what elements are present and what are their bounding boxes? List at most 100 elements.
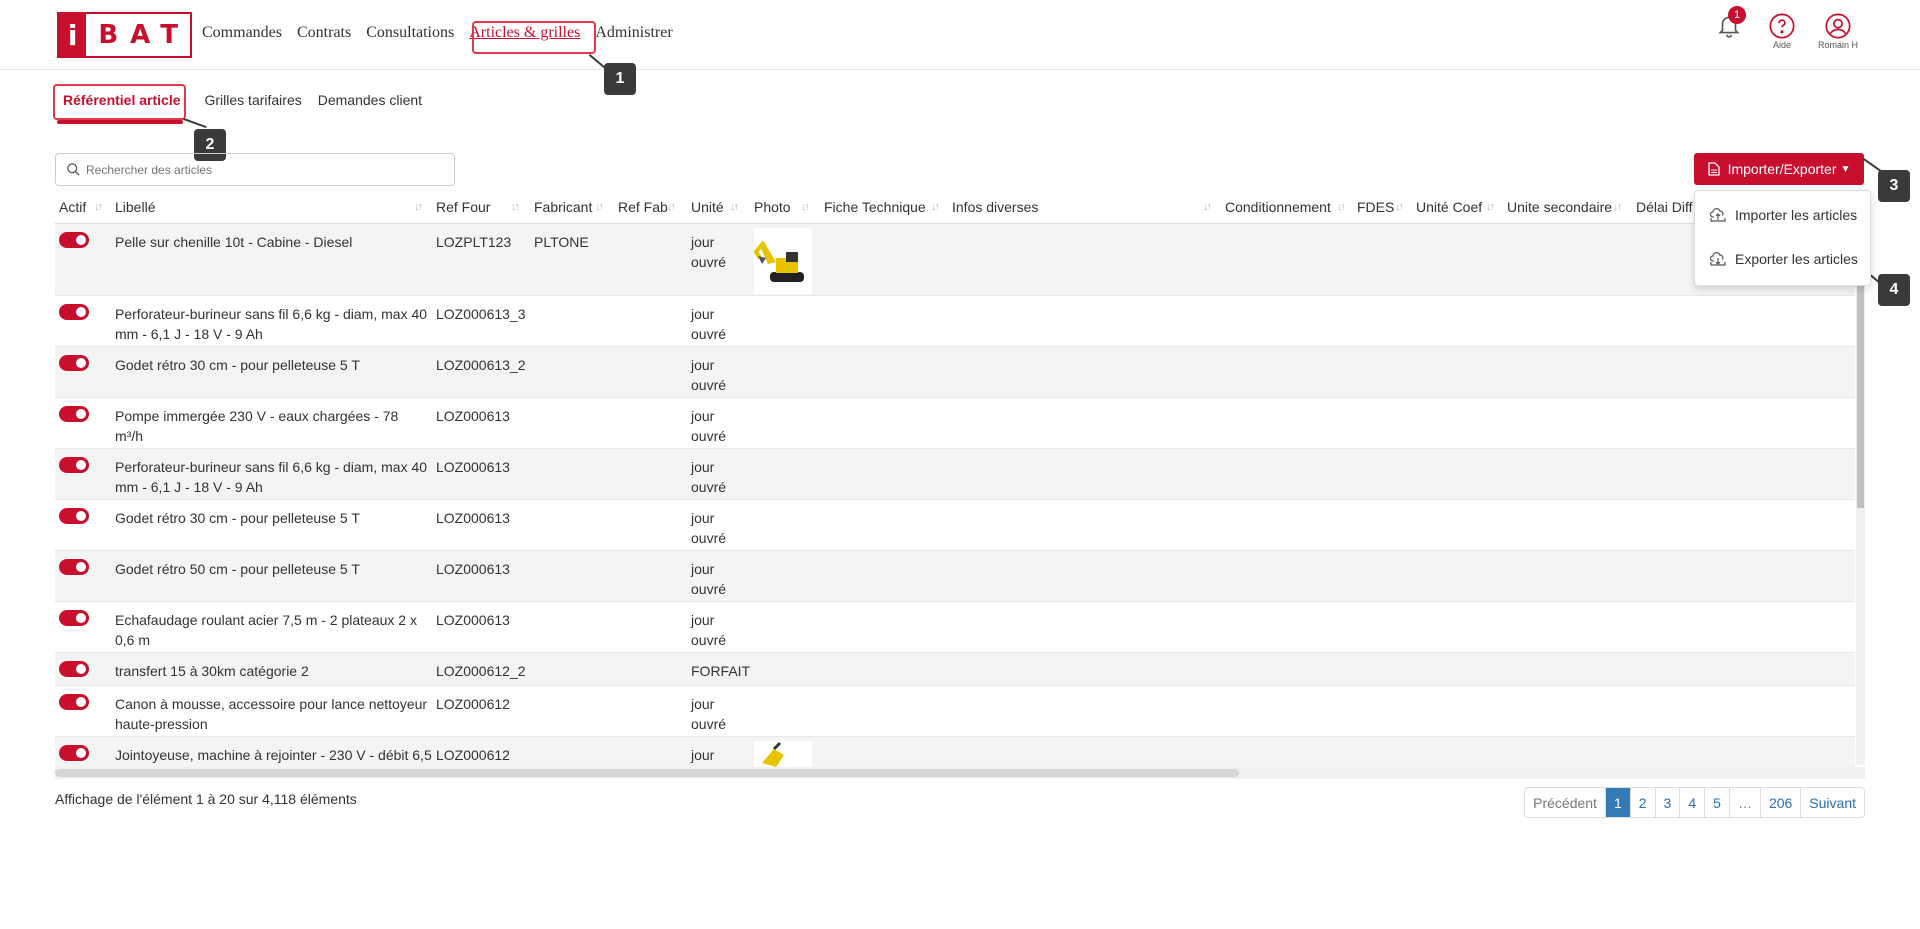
sort-icon[interactable]: ↓↑ (595, 201, 604, 213)
cell-fabricant-line: PLTONE (534, 234, 589, 250)
cell-unite-line: ouvré (691, 428, 727, 444)
horizontal-scroll-thumb[interactable] (55, 769, 1239, 777)
cell-unite-line: ouvré (691, 377, 727, 393)
page-206[interactable]: 206 (1759, 788, 1800, 817)
actif-toggle[interactable] (59, 457, 89, 473)
col-actif[interactable]: Actif (59, 199, 86, 215)
sort-icon[interactable]: ↓↑ (414, 201, 423, 213)
cell-ref-four-line: LOZ000613 (436, 612, 510, 628)
search-box (55, 153, 455, 186)
col-unite-coef[interactable]: Unité Coef (1416, 199, 1482, 215)
subtab-demandes-client[interactable]: Demandes client (318, 92, 422, 108)
sort-icon[interactable]: ↓↑ (1486, 201, 1495, 213)
col-unite[interactable]: Unité (691, 199, 724, 215)
actif-toggle[interactable] (59, 694, 89, 710)
sort-icon[interactable]: ↓↑ (931, 201, 940, 213)
page-1[interactable]: 1 (1604, 788, 1630, 817)
col-fiche-technique[interactable]: Fiche Technique (824, 199, 926, 215)
actif-toggle[interactable] (59, 232, 89, 248)
table-row[interactable]: Godet rétro 30 cm - pour pelleteuse 5 T L… (55, 500, 1855, 551)
table-row[interactable]: Canon à mousse, accessoire pour lance ne… (55, 686, 1855, 737)
nav-administrer[interactable]: Administrer (595, 24, 672, 42)
vertical-scrollbar[interactable] (1856, 225, 1865, 765)
cell-ref-four: LOZ000613 (436, 508, 510, 528)
col-libelle[interactable]: Libellé (115, 199, 155, 215)
table-row[interactable]: Godet rétro 30 cm - pour pelleteuse 5 T L… (55, 347, 1855, 398)
actif-toggle[interactable] (59, 661, 89, 677)
menu-export-articles[interactable]: Exporter les articles (1695, 239, 1870, 279)
table-row[interactable]: Pompe immergée 230 V - eaux chargées - 7… (55, 398, 1855, 449)
user-menu-button[interactable]: Romain H (1814, 12, 1862, 50)
cell-libelle: Perforateur-burineur sans fil 6,6 kg - d… (115, 457, 427, 497)
sort-icon[interactable]: ↓↑ (1613, 201, 1622, 213)
next-page-button[interactable]: Suivant (1800, 788, 1864, 817)
cell-ref-four: LOZ000612 (436, 694, 510, 714)
page-4[interactable]: 4 (1679, 788, 1704, 817)
cell-libelle-line: mm - 6,1 J - 18 V - 9 Ah (115, 326, 263, 342)
cell-libelle-line: Pompe immergée 230 V - eaux chargées - 7… (115, 408, 399, 424)
table-row[interactable]: Perforateur-burineur sans fil 6,6 kg - d… (55, 449, 1855, 500)
import-export-menu: Importer les articles Exporter les artic… (1694, 190, 1871, 286)
ibat-logo[interactable]: i BAT (57, 12, 192, 58)
table-row[interactable]: transfert 15 à 30km catégorie 2 LOZ000612… (55, 653, 1855, 686)
col-conditionnement[interactable]: Conditionnement (1225, 199, 1331, 215)
nav-commandes[interactable]: Commandes (202, 24, 282, 42)
sort-icon[interactable]: ↓↑ (94, 201, 103, 213)
cell-unite-line: ouvré (691, 254, 727, 270)
callout-badge-4: 4 (1878, 274, 1910, 306)
cell-libelle-line: Perforateur-burineur sans fil 6,6 kg - d… (115, 306, 428, 322)
table-row[interactable]: Pelle sur chenille 10t - Cabine - Diesel… (55, 224, 1855, 296)
cell-unite-line: jour (691, 306, 715, 322)
page-2[interactable]: 2 (1629, 788, 1655, 817)
col-ref-fab[interactable]: Ref Fab (618, 199, 668, 215)
cell-libelle: transfert 15 à 30km catégorie 2 (115, 661, 309, 681)
actif-toggle[interactable] (59, 745, 89, 761)
import-export-button[interactable]: Importer/Exporter ▼ (1694, 153, 1864, 185)
col-fabricant[interactable]: Fabricant (534, 199, 592, 215)
search-input[interactable] (86, 162, 454, 177)
actif-toggle[interactable] (59, 508, 89, 524)
page-5[interactable]: 5 (1704, 788, 1729, 817)
actif-toggle[interactable] (59, 610, 89, 626)
menu-import-articles[interactable]: Importer les articles (1695, 195, 1870, 235)
cell-unite: jour ouvré (691, 304, 726, 344)
table-row[interactable]: Perforateur-burineur sans fil 6,6 kg - d… (55, 296, 1855, 347)
table-row[interactable]: Godet rétro 50 cm - pour pelleteuse 5 T L… (55, 551, 1855, 602)
cell-libelle: Godet rétro 30 cm - pour pelleteuse 5 T (115, 355, 360, 375)
previous-page-button[interactable]: Précédent (1525, 788, 1605, 817)
sort-icon[interactable]: ↓↑ (1337, 201, 1346, 213)
sort-icon[interactable]: ↓↑ (1203, 201, 1212, 213)
nav-consultations[interactable]: Consultations (366, 24, 454, 42)
cell-ref-four: LOZ000613_3 (436, 304, 526, 324)
horizontal-scrollbar[interactable] (55, 767, 1865, 779)
sort-icon[interactable]: ↓↑ (667, 201, 676, 213)
subtab-grilles-tarifaires[interactable]: Grilles tarifaires (205, 92, 302, 108)
help-label: Aide (1772, 40, 1791, 50)
callout-box-1 (472, 21, 596, 54)
actif-toggle[interactable] (59, 559, 89, 575)
col-photo[interactable]: Photo (754, 199, 791, 215)
help-button[interactable]: Aide (1766, 12, 1798, 50)
actif-toggle[interactable] (59, 406, 89, 422)
cell-unite: jour ouvré (691, 232, 726, 272)
actif-toggle[interactable] (59, 355, 89, 371)
notifications-button[interactable]: 1 (1714, 6, 1746, 38)
actif-toggle[interactable] (59, 304, 89, 320)
col-unite-secondaire[interactable]: Unite secondaire (1507, 199, 1612, 215)
active-tab-indicator (57, 120, 183, 124)
sort-icon[interactable]: ↓↑ (730, 201, 739, 213)
nav-contrats[interactable]: Contrats (297, 24, 351, 42)
cell-unite-line: ouvré (691, 716, 727, 732)
col-delai-diff[interactable]: Délai Diff (1636, 199, 1693, 215)
col-infos-diverses[interactable]: Infos diverses (952, 199, 1038, 215)
page-3[interactable]: 3 (1654, 788, 1680, 817)
col-fdes[interactable]: FDES (1357, 199, 1394, 215)
cell-unite-line: jour (691, 234, 715, 250)
sort-icon[interactable]: ↓↑ (801, 201, 810, 213)
table-row[interactable]: Echafaudage roulant acier 7,5 m - 2 plat… (55, 602, 1855, 653)
sort-icon[interactable]: ↓↑ (1395, 201, 1404, 213)
col-ref-four[interactable]: Ref Four (436, 199, 490, 215)
cell-unite-line: jour (691, 459, 715, 475)
excavator-photo[interactable] (753, 228, 812, 294)
sort-icon[interactable]: ↓↑ (511, 201, 520, 213)
